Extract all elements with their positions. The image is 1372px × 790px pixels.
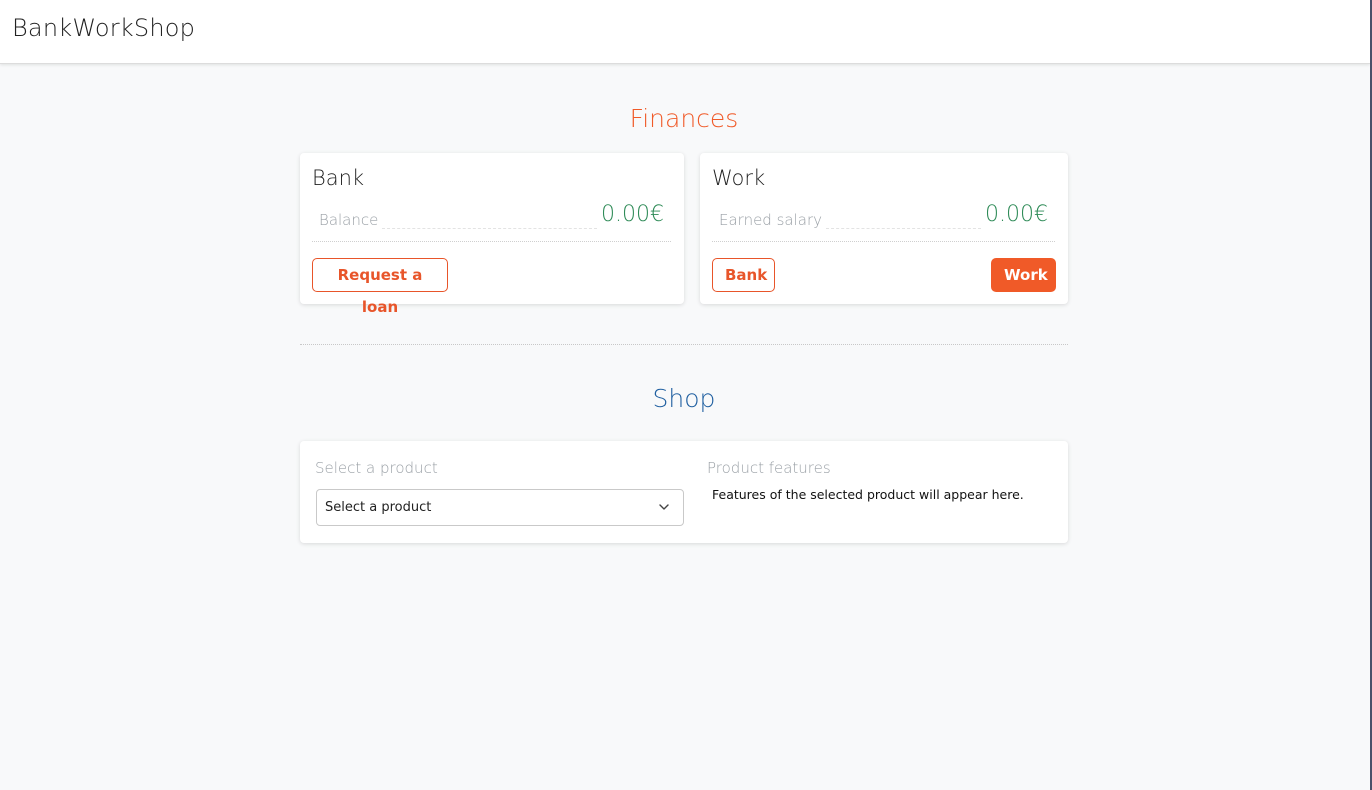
salary-label: Earned salary bbox=[719, 211, 823, 229]
navbar: BankWorkShop bbox=[0, 0, 1370, 64]
work-card: Work Earned salary 0.00€ Bank Work bbox=[700, 153, 1068, 304]
salary-leader bbox=[826, 227, 982, 229]
balance-label: Balance bbox=[319, 211, 379, 229]
bank-card-title: Bank bbox=[312, 166, 365, 190]
salary-value: 0.00€ bbox=[985, 202, 1048, 227]
shop-card: Select a product Select a product Produc… bbox=[300, 441, 1068, 543]
product-select-label: Select a product bbox=[315, 459, 438, 477]
section-divider bbox=[300, 344, 1068, 345]
salary-row: Earned salary 0.00€ bbox=[712, 197, 1048, 229]
request-loan-button[interactable]: Request a loan bbox=[312, 258, 448, 316]
product-select[interactable]: Select a product bbox=[316, 489, 684, 526]
bank-card-divider bbox=[312, 241, 671, 242]
chevron-down-icon bbox=[659, 504, 669, 510]
balance-leader bbox=[382, 227, 598, 229]
balance-value: 0.00€ bbox=[601, 202, 664, 227]
balance-row: Balance 0.00€ bbox=[312, 197, 664, 229]
work-card-title: Work bbox=[712, 166, 766, 190]
work-button[interactable]: Work bbox=[991, 258, 1056, 292]
bank-salary-button[interactable]: Bank bbox=[712, 258, 775, 292]
product-features-label: Product features bbox=[707, 459, 831, 477]
finances-title: Finances bbox=[629, 104, 739, 133]
brand-title[interactable]: BankWorkShop bbox=[12, 14, 195, 42]
bank-card: Bank Balance 0.00€ Request a loan bbox=[300, 153, 684, 316]
product-features-text: Features of the selected product will ap… bbox=[712, 487, 1024, 502]
work-card-divider bbox=[712, 241, 1055, 242]
shop-title: Shop bbox=[652, 384, 716, 413]
product-select-value: Select a product bbox=[325, 500, 432, 515]
